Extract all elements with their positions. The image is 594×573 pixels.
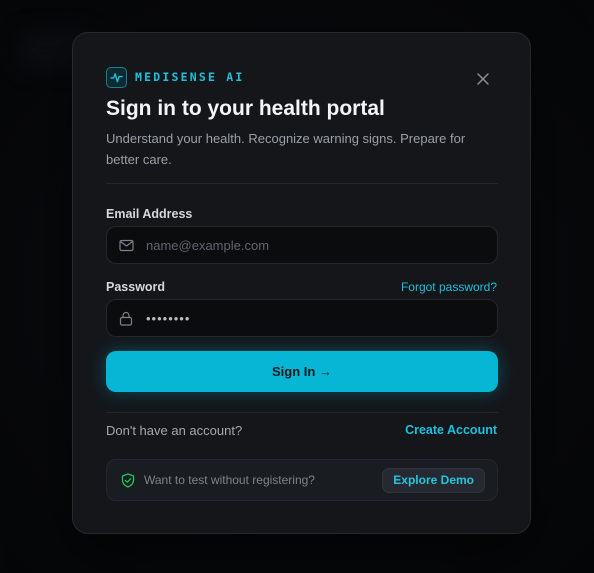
explore-demo-button[interactable]: Explore Demo bbox=[382, 467, 485, 493]
modal-subtitle: Understand your health. Recognize warnin… bbox=[106, 131, 466, 167]
divider bbox=[106, 183, 498, 184]
close-icon bbox=[477, 72, 489, 90]
password-label: Password bbox=[106, 280, 166, 294]
divider bbox=[106, 412, 498, 413]
email-input[interactable] bbox=[146, 237, 497, 253]
password-input[interactable]: •••••••• bbox=[146, 311, 190, 326]
forgot-password-link[interactable]: Forgot password? bbox=[401, 280, 497, 294]
signin-modal: MEDISENSE AI Sign in to your health port… bbox=[72, 32, 531, 534]
mail-icon bbox=[119, 237, 135, 253]
password-field[interactable]: •••••••• bbox=[106, 299, 498, 337]
demo-panel: Want to test without registering? Explor… bbox=[106, 459, 498, 501]
email-field[interactable] bbox=[106, 226, 498, 264]
sign-in-button[interactable]: Sign In → bbox=[106, 351, 498, 392]
lock-icon bbox=[119, 310, 135, 326]
email-label: Email Address bbox=[106, 207, 193, 221]
no-account-text: Don't have an account? bbox=[106, 423, 243, 438]
brand-name: MEDISENSE AI bbox=[135, 70, 245, 84]
create-account-link[interactable]: Create Account bbox=[405, 423, 497, 437]
brand: MEDISENSE AI bbox=[106, 66, 244, 88]
demo-text: Want to test without registering? bbox=[144, 473, 315, 487]
pulse-icon bbox=[106, 66, 127, 88]
shield-check-icon bbox=[121, 472, 135, 488]
modal-title: Sign in to your health portal bbox=[106, 97, 385, 120]
close-button[interactable] bbox=[473, 71, 493, 91]
